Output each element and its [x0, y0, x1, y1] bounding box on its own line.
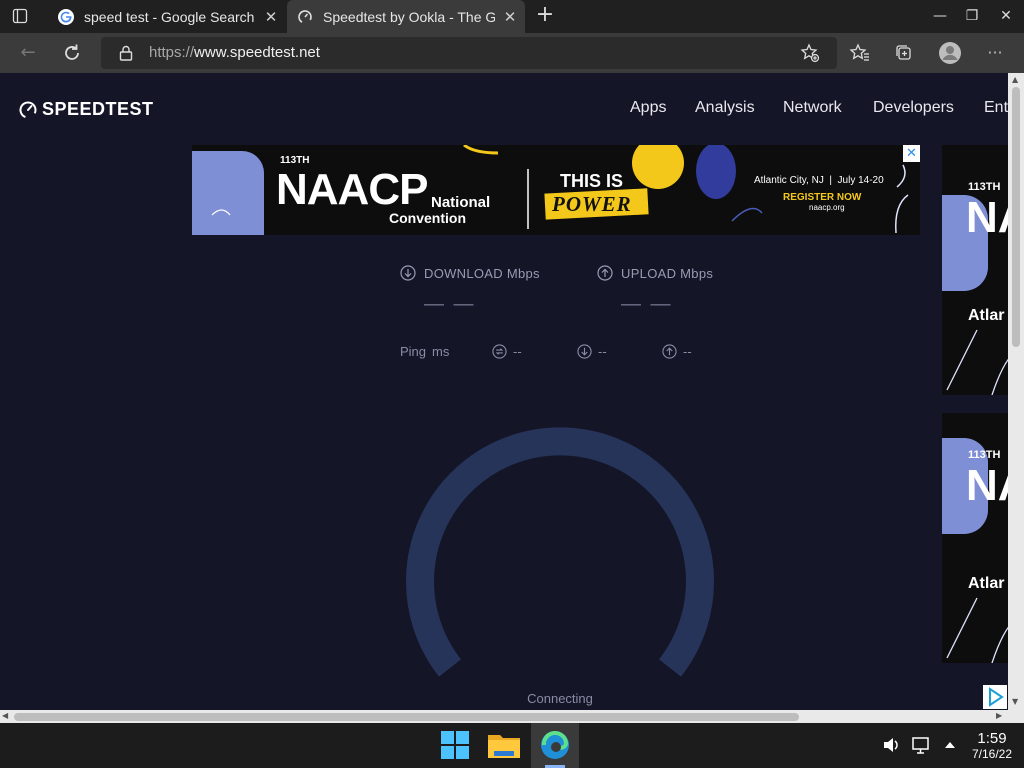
- url-host: www.speedtest.net: [194, 44, 320, 61]
- window-close-button[interactable]: ✕: [989, 0, 1023, 33]
- ad-close-icon[interactable]: ✕: [903, 145, 920, 162]
- url-text[interactable]: https://www.speedtest.net: [149, 44, 320, 61]
- ping-upload-value: --: [683, 344, 692, 359]
- tab-google-search[interactable]: speed test - Google Search ✕: [48, 0, 286, 33]
- volume-icon[interactable]: [880, 723, 902, 768]
- ping-label: Ping ms: [400, 344, 449, 359]
- scroll-corner: [1008, 710, 1024, 723]
- ping-upload-icon: [662, 344, 677, 359]
- system-clock[interactable]: 1:59 7/16/22: [965, 730, 1019, 761]
- logo-text: SPEEDTEST: [42, 99, 154, 119]
- side-ad-org: NAACP: [966, 193, 1008, 242]
- upload-label-text: UPLOAD Mbps: [621, 265, 714, 281]
- scroll-up-icon[interactable]: ▲: [1012, 75, 1018, 84]
- tab-title: Speedtest by Ookla - The Global Broadban…: [323, 8, 495, 25]
- ad-convention: Convention: [389, 210, 466, 226]
- nav-network[interactable]: Network: [783, 99, 842, 117]
- ad-tagline-2: POWER: [552, 192, 632, 216]
- tab-close-icon[interactable]: ✕: [495, 8, 525, 26]
- upload-arrow-icon: [597, 265, 613, 281]
- naacp-banner-ad[interactable]: 113TH NAACP National Convention THIS IS …: [192, 145, 920, 235]
- start-windows-icon[interactable]: [431, 723, 479, 768]
- ping-label-text: Ping: [400, 344, 427, 359]
- url-protocol: https://: [149, 44, 195, 61]
- favorites-icon[interactable]: [847, 40, 873, 66]
- minimize-button[interactable]: —: [923, 0, 957, 33]
- jitter-value: --: [513, 344, 522, 359]
- address-bar[interactable]: https://www.speedtest.net: [101, 37, 837, 69]
- upload-label: UPLOAD Mbps: [597, 265, 713, 281]
- jitter-icon: [492, 344, 507, 359]
- horizontal-scroll-thumb[interactable]: [14, 713, 799, 721]
- vertical-scroll-thumb[interactable]: [1012, 87, 1020, 347]
- ad-tagline-1: THIS IS: [560, 171, 624, 191]
- horizontal-scrollbar[interactable]: ◀ ▶: [0, 710, 1008, 723]
- settings-more-button[interactable]: ···: [983, 41, 1007, 65]
- scroll-left-icon[interactable]: ◀: [2, 711, 8, 720]
- download-label-text: DOWNLOAD Mbps: [424, 265, 540, 281]
- tab-close-icon[interactable]: ✕: [256, 8, 286, 26]
- clock-date: 7/16/22: [971, 747, 1013, 761]
- back-button[interactable]: ←: [16, 41, 40, 65]
- upload-value: — —: [621, 293, 673, 315]
- speed-gauge: [406, 427, 714, 677]
- ad-site: naacp.org: [809, 203, 845, 212]
- side-ad-org: NAACP: [966, 461, 1008, 510]
- side-ad-edition: 113TH: [968, 449, 1001, 461]
- download-label: DOWNLOAD Mbps: [400, 265, 540, 281]
- adchoices-icon[interactable]: [983, 685, 1007, 709]
- ping-unit: ms: [432, 344, 450, 359]
- speedtest-logo[interactable]: SPEEDTEST: [18, 99, 154, 120]
- tab-actions-icon[interactable]: [12, 8, 28, 24]
- file-explorer-icon[interactable]: [480, 723, 528, 768]
- taskbar: 1:59 7/16/22: [0, 723, 1024, 768]
- side-ad-location: Atlar: [968, 575, 1005, 592]
- download-value: — —: [424, 293, 476, 315]
- ad-org: NAACP: [276, 165, 428, 214]
- ad-cta[interactable]: REGISTER NOW: [783, 192, 861, 203]
- jitter-metric: --: [492, 344, 522, 359]
- profile-avatar-icon[interactable]: [937, 40, 963, 66]
- side-ad-bottom[interactable]: 113TH NAACP Atlar: [942, 413, 1008, 663]
- vertical-scrollbar[interactable]: ▲ ▼: [1008, 73, 1024, 710]
- tray-overflow-icon[interactable]: [940, 723, 960, 768]
- tab-title: speed test - Google Search: [84, 8, 255, 25]
- nav-developers[interactable]: Developers: [873, 99, 954, 117]
- refresh-icon[interactable]: [60, 41, 84, 65]
- speedtest-logo-icon: [19, 101, 37, 118]
- network-icon[interactable]: [910, 723, 932, 768]
- nav-apps[interactable]: Apps: [630, 99, 666, 117]
- side-ad-top[interactable]: 113TH NAACP Atlar: [942, 145, 1008, 395]
- nav-enterprise[interactable]: Ent: [984, 99, 1008, 117]
- address-toolbar: ← https://www.speedtest.net ···: [0, 33, 1024, 73]
- nav-analysis[interactable]: Analysis: [695, 99, 755, 117]
- ad-location: Atlantic City, NJ | July 14-20: [754, 175, 884, 186]
- side-ad-location: Atlar: [968, 307, 1005, 324]
- scroll-right-icon[interactable]: ▶: [996, 711, 1002, 720]
- edge-browser-icon[interactable]: [531, 723, 579, 768]
- new-tab-button[interactable]: +: [533, 4, 557, 28]
- add-favorite-icon[interactable]: [797, 40, 823, 66]
- collections-icon[interactable]: [891, 40, 917, 66]
- tab-bar: speed test - Google Search ✕ Speedtest b…: [0, 0, 1024, 33]
- clock-time: 1:59: [977, 730, 1007, 747]
- side-ad-edition: 113TH: [968, 181, 1001, 193]
- ping-download-icon: [577, 344, 592, 359]
- ping-download-value: --: [598, 344, 607, 359]
- restore-button[interactable]: ❐: [955, 0, 989, 33]
- download-arrow-icon: [400, 265, 416, 281]
- ping-upload-metric: --: [662, 344, 692, 359]
- ad-national: National: [431, 194, 491, 211]
- tab-speedtest[interactable]: Speedtest by Ookla - The Global Broadban…: [287, 0, 525, 33]
- speedtest-favicon-icon: [298, 9, 312, 24]
- page-content: SPEEDTEST Apps Analysis Network Develope…: [0, 73, 1008, 710]
- ping-download-metric: --: [577, 344, 607, 359]
- google-icon: [58, 8, 74, 25]
- lock-icon[interactable]: [119, 45, 133, 61]
- connecting-status: Connecting: [527, 691, 593, 706]
- scroll-down-icon[interactable]: ▼: [1012, 697, 1018, 706]
